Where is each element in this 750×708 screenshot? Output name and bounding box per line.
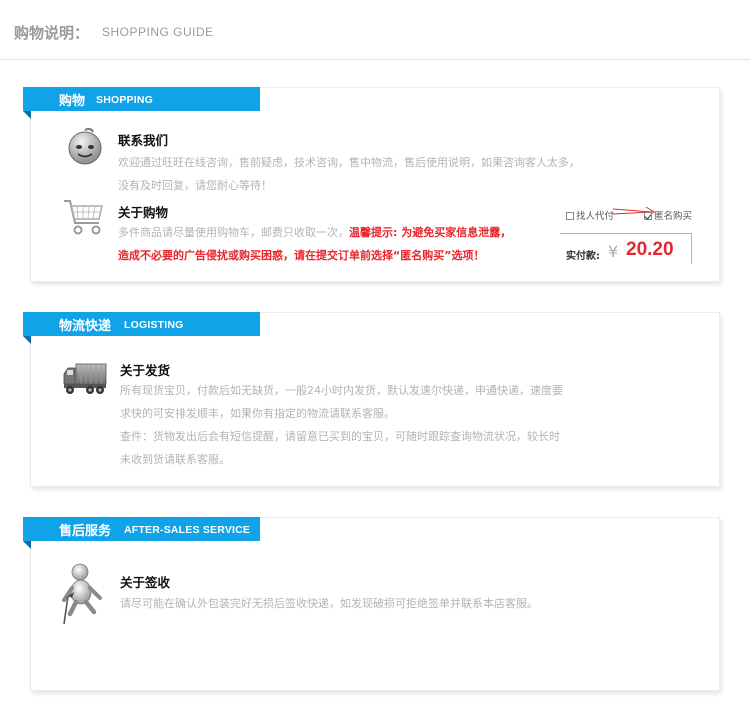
truck-icon <box>63 363 107 394</box>
amount-label: 实付款: <box>566 251 600 262</box>
pay-for-me-checkbox[interactable] <box>566 212 574 220</box>
anonymous-purchase-option[interactable]: 匿名购买 <box>644 208 692 222</box>
section-title-en: LOGISTING <box>124 319 184 331</box>
pay-for-me-option[interactable]: 找人代付 <box>566 208 614 222</box>
smiley-chat-icon <box>68 127 102 165</box>
section-title-cn: 物流快递 <box>59 319 112 334</box>
about-shopping-text: 多件商品请尽量使用购物车，邮费只收取一次，温馨提示: 为避免买家信息泄露， 造成… <box>118 221 568 267</box>
text-line: 查件：货物发出后会有短信提醒，请留意已买到的宝贝，可随时跟踪查询物流状况，较长时 <box>120 430 560 443</box>
currency-symbol: ¥ <box>608 242 619 261</box>
shopping-cart-icon <box>64 200 103 235</box>
payment-summary: 找人代付 匿名购买 实付款: ¥ 20.20 <box>560 200 695 264</box>
page-title: 购物说明： <box>14 24 90 42</box>
divider <box>691 233 692 264</box>
divider <box>560 233 692 234</box>
page-header: 购物说明： SHOPPING GUIDE <box>0 0 750 60</box>
contact-us-text: 欢迎通过旺旺在线咨询，售前疑虑，技术咨询，售中物流，售后使用说明，如果咨询客人太… <box>118 151 658 197</box>
text-line: 未收到货请联系客服。 <box>120 453 230 466</box>
text-line: 多件商品请尽量使用购物车，邮费只收取一次，温馨提示: 为避免买家信息泄露， <box>118 221 568 244</box>
about-shipping-title: 关于发货 <box>120 363 171 378</box>
person-signing-icon <box>62 563 102 625</box>
about-shopping-title: 关于购物 <box>118 205 169 220</box>
text-line: 请尽可能在确认外包装完好无损后签收快递，如发现破损可拒绝签单并联系本店客服。 <box>120 597 538 610</box>
text-line: 所有现货宝贝，付款后如无缺货，一般24小时内发货，默认发速尔快递，申通快递，速度… <box>120 384 563 397</box>
about-shipping-text: 所有现货宝贝，付款后如无缺货，一般24小时内发货，默认发速尔快递，申通快递，速度… <box>120 379 640 471</box>
logistics-section-ribbon: 物流快递 LOGISTING <box>23 312 260 344</box>
section-title-en: SHOPPING <box>96 94 154 106</box>
anonymous-purchase-checkbox[interactable] <box>644 212 652 220</box>
section-title-en: AFTER-SALES SERVICE <box>124 524 251 536</box>
after-sales-section-ribbon: 售后服务 AFTER-SALES SERVICE <box>23 517 260 549</box>
about-receipt-text: 请尽可能在确认外包装完好无损后签收快递，如发现破损可拒绝签单并联系本店客服。 <box>120 592 640 615</box>
section-title-cn: 购物 <box>59 94 86 109</box>
text-gray: 多件商品请尽量使用购物车，邮费只收取一次， <box>118 226 349 239</box>
contact-us-title: 联系我们 <box>118 133 169 148</box>
about-receipt-title: 关于签收 <box>120 575 171 590</box>
text-line: 欢迎通过旺旺在线咨询，售前疑虑，技术咨询，售中物流，售后使用说明，如果咨询客人太… <box>118 156 580 169</box>
page-subtitle: SHOPPING GUIDE <box>102 25 214 39</box>
warning-text: 造成不必要的广告侵扰或购买困惑，请在提交订单前选择“匿名购买”选项！ <box>118 249 485 262</box>
option-label: 匿名购买 <box>654 211 693 222</box>
option-label: 找人代付 <box>576 211 615 222</box>
warning-text: 温馨提示: 为避免买家信息泄露， <box>349 226 512 239</box>
text-line: 没有及时回复，请您耐心等待！ <box>118 179 272 192</box>
section-title-cn: 售后服务 <box>59 524 112 539</box>
amount-value: 20.20 <box>626 239 674 260</box>
text-line: 求快的可安排发顺丰，如果你有指定的物流请联系客服。 <box>120 407 395 420</box>
shopping-section-ribbon: 购物 SHOPPING <box>23 87 260 119</box>
